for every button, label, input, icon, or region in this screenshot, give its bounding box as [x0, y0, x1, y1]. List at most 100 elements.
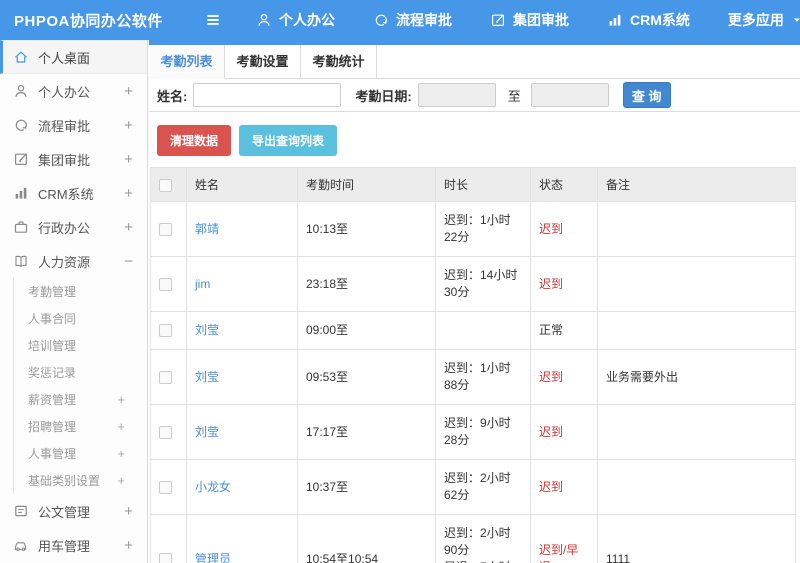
submenu-item-attendance-management[interactable]: 考勤管理 — [14, 278, 147, 305]
collapse-minus-icon[interactable]: − — [124, 253, 133, 270]
search-button[interactable]: 查 询 — [622, 82, 671, 108]
sidebar-item-crm[interactable]: CRM系统 + — [0, 176, 147, 210]
status-badge: 迟到 — [530, 404, 598, 460]
late-duration: 迟到：1小时88分 — [444, 361, 511, 392]
sidebar-item-personal-office[interactable]: 个人办公 + — [0, 74, 147, 108]
nav-item-workflow-approval[interactable]: 流程审批 — [373, 10, 452, 30]
expand-plus-icon[interactable]: + — [117, 419, 125, 434]
submenu-item-training-management[interactable]: 培训管理 — [14, 332, 147, 359]
sidebar-item-label: 流程审批 — [38, 118, 91, 134]
expand-plus-icon[interactable]: + — [117, 446, 125, 461]
duration-cell: 迟到：1小时88分 — [435, 349, 531, 405]
note-cell — [597, 256, 796, 312]
submenu-item-label: 奖惩记录 — [28, 366, 77, 380]
submenu-item-hr-contract[interactable]: 人事合同 — [14, 305, 147, 332]
submenu-item-label: 招聘管理 — [28, 420, 77, 434]
name-label: 姓名: — [157, 88, 188, 104]
sidebar-item-human-resources[interactable]: 人力资源 − — [0, 244, 147, 278]
expand-plus-icon[interactable]: + — [124, 503, 133, 520]
submenu-item-salary-management[interactable]: 薪资管理 + — [14, 386, 147, 413]
sidebar-item-admin-office[interactable]: 行政办公 + — [0, 210, 147, 244]
submenu-item-base-category-settings[interactable]: 基础类别设置 + — [14, 467, 147, 494]
select-all-checkbox[interactable] — [159, 178, 172, 192]
row-checkbox[interactable] — [159, 480, 172, 494]
employee-name-link[interactable]: 郭靖 — [186, 201, 298, 257]
sidebar-item-workflow-approval[interactable]: 流程审批 + — [0, 108, 147, 142]
note-cell — [597, 201, 796, 257]
expand-plus-icon[interactable]: + — [124, 185, 133, 202]
expand-plus-icon[interactable]: + — [124, 151, 133, 168]
duration-cell — [435, 311, 531, 350]
expand-plus-icon[interactable]: + — [117, 473, 125, 488]
table-row: jim 23:18至 迟到：14小时30分 迟到 — [150, 256, 796, 312]
col-header-name: 姓名 — [186, 167, 298, 202]
name-input[interactable] — [193, 83, 342, 107]
sidebar-item-document-management[interactable]: 公文管理 + — [0, 494, 147, 528]
note-cell: 1111 — [597, 514, 796, 563]
table-row: 管理员 10:54至10:54 迟到：2小时90分早退：7小时10分 迟到/早退… — [150, 514, 796, 563]
hamburger-icon[interactable] — [204, 11, 222, 29]
row-checkbox[interactable] — [159, 552, 172, 563]
tab-attendance-list[interactable]: 考勤列表 — [149, 45, 225, 79]
submenu-item-recruit-management[interactable]: 招聘管理 + — [14, 413, 147, 440]
expand-plus-icon[interactable]: + — [124, 83, 133, 100]
sidebar: 个人桌面 个人办公 + 流程审批 + 集团审批 + CRM系统 + 行政办公 +… — [0, 40, 148, 563]
date-end-input[interactable] — [530, 83, 609, 107]
col-header-time: 考勤时间 — [297, 167, 436, 202]
attendance-table: 姓名 考勤时间 时长 状态 备注 郭靖 10:13至 迟到：1小时22分 迟到 … — [150, 167, 796, 563]
row-checkbox[interactable] — [159, 370, 172, 384]
col-header-status: 状态 — [530, 167, 598, 202]
employee-name-link[interactable]: 刘莹 — [186, 349, 298, 405]
nav-item-more-apps[interactable]: 更多应用 — [728, 10, 800, 30]
clear-data-button[interactable]: 清理数据 — [157, 125, 232, 156]
expand-plus-icon[interactable]: + — [124, 537, 133, 554]
table-row: 郭靖 10:13至 迟到：1小时22分 迟到 — [150, 201, 796, 257]
attendance-time: 09:53至 — [297, 349, 436, 405]
nav-label: CRM系统 — [630, 12, 690, 28]
tab-attendance-stats[interactable]: 考勤统计 — [301, 45, 377, 78]
row-checkbox[interactable] — [159, 425, 172, 439]
expand-plus-icon[interactable]: + — [124, 117, 133, 134]
flow-icon — [13, 117, 38, 133]
table-header-row: 姓名 考勤时间 时长 状态 备注 — [150, 167, 796, 202]
status-badge: 迟到/早退 — [530, 514, 598, 563]
row-checkbox[interactable] — [159, 324, 172, 338]
sidebar-item-label: 人力资源 — [38, 254, 91, 270]
edit-icon — [490, 12, 506, 28]
submenu-item-personnel-management[interactable]: 人事管理 + — [14, 440, 147, 467]
late-duration: 迟到：2小时62分 — [444, 471, 511, 502]
status-badge: 正常 — [530, 311, 598, 350]
note-cell — [597, 459, 796, 515]
nav-item-crm[interactable]: CRM系统 — [607, 10, 690, 30]
employee-name-link[interactable]: 刘莹 — [186, 311, 298, 350]
employee-name-link[interactable]: 刘莹 — [186, 404, 298, 460]
employee-name-link[interactable]: jim — [186, 256, 298, 312]
status-badge: 迟到 — [530, 349, 598, 405]
employee-name-link[interactable]: 小龙女 — [186, 459, 298, 515]
date-start-input[interactable] — [417, 83, 496, 107]
sidebar-item-personal-desktop[interactable]: 个人桌面 — [0, 40, 147, 74]
row-checkbox[interactable] — [159, 222, 172, 236]
nav-item-personal-office[interactable]: 个人办公 — [256, 10, 335, 30]
employee-name-link[interactable]: 管理员 — [186, 514, 298, 563]
tab-attendance-settings[interactable]: 考勤设置 — [225, 45, 301, 78]
row-checkbox[interactable] — [159, 277, 172, 291]
submenu-item-label: 培训管理 — [28, 339, 77, 353]
col-header-note: 备注 — [597, 167, 796, 202]
to-label: 至 — [507, 88, 521, 104]
caret-down-icon — [791, 14, 800, 26]
table-row: 小龙女 10:37至 迟到：2小时62分 迟到 — [150, 459, 796, 515]
submenu-item-reward-punishment[interactable]: 奖惩记录 — [14, 359, 147, 386]
sidebar-item-group-approval[interactable]: 集团审批 + — [0, 142, 147, 176]
duration-cell: 迟到：2小时62分 — [435, 459, 531, 515]
nav-item-group-approval[interactable]: 集团审批 — [490, 10, 569, 30]
export-list-button[interactable]: 导出查询列表 — [239, 125, 338, 156]
edit-icon — [13, 151, 38, 167]
duration-cell: 迟到：14小时30分 — [435, 256, 531, 312]
user-icon — [13, 83, 38, 99]
expand-plus-icon[interactable]: + — [124, 219, 133, 236]
attendance-time: 10:37至 — [297, 459, 436, 515]
sidebar-item-vehicle-management[interactable]: 用车管理 + — [0, 528, 147, 562]
expand-plus-icon[interactable]: + — [117, 392, 125, 407]
nav-label: 流程审批 — [396, 12, 452, 28]
